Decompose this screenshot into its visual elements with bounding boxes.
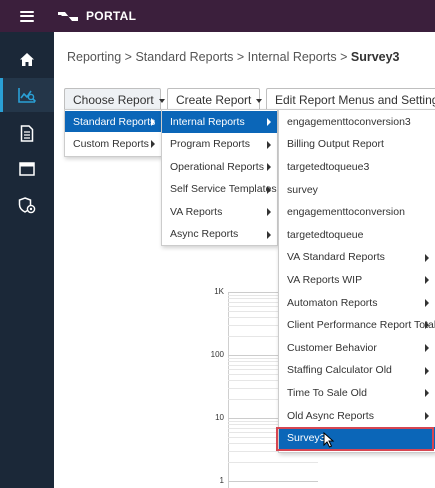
sidebar-item-documents[interactable] <box>0 116 54 150</box>
menu-item-va-reports[interactable]: VA Reports <box>162 201 277 223</box>
chevron-right-icon <box>267 140 271 149</box>
menu-item-label: Staffing Calculator Old <box>287 364 392 377</box>
internal-reports-submenu: engagementtoconversion3 Billing Output Re… <box>278 109 435 453</box>
menu-item-label: Automaton Reports <box>287 296 378 309</box>
menu-item-label: Internal Reports <box>170 115 245 128</box>
menu-item-va-standard-reports[interactable]: VA Standard Reports <box>279 247 435 269</box>
sidebar-item-home[interactable] <box>0 42 54 76</box>
breadcrumb-path[interactable]: Reporting > Standard Reports > Internal … <box>67 50 347 64</box>
menu-item-automaton-reports[interactable]: Automaton Reports <box>279 292 435 314</box>
choose-report-menu: Standard Reports Custom Reports <box>64 109 162 157</box>
y-tick-label: 1K <box>214 287 224 296</box>
window-icon <box>19 162 35 176</box>
sidebar-item-settings[interactable] <box>0 188 54 222</box>
menu-item-customer-behavior[interactable]: Customer Behavior <box>279 337 435 359</box>
menu-item-standard-reports[interactable]: Standard Reports <box>65 111 161 132</box>
chevron-right-icon <box>267 163 271 171</box>
menu-item-label: Self Service Templates <box>170 183 277 196</box>
chevron-right-icon <box>425 276 429 285</box>
create-report-label: Create Report <box>176 93 252 107</box>
portal-logo-icon <box>58 12 78 21</box>
menu-item-label: Old Async Reports <box>287 409 374 422</box>
sidebar <box>0 32 54 488</box>
menu-item-targetedtoqueue3[interactable]: targetedtoqueue3 <box>279 156 435 178</box>
menu-item-survey3[interactable]: Survey3 <box>279 427 435 449</box>
menu-item-engagementtoconversion3[interactable]: engagementtoconversion3 <box>279 111 435 133</box>
chevron-right-icon <box>267 185 271 194</box>
menu-item-label: Custom Reports <box>73 137 149 150</box>
chevron-right-icon <box>425 298 429 307</box>
chevron-right-icon <box>425 366 429 375</box>
minor-gridline <box>228 462 318 464</box>
menu-item-label: Async Reports <box>170 228 239 241</box>
menu-item-label: Standard Reports <box>73 115 156 128</box>
menu-item-survey[interactable]: survey <box>279 179 435 201</box>
menu-item-label: survey <box>287 183 318 196</box>
menu-item-label: targetedtoqueue3 <box>287 160 370 173</box>
top-bar: PORTAL <box>0 0 435 32</box>
menu-item-engagementtoconversion[interactable]: engagementtoconversion <box>279 201 435 223</box>
analytics-icon <box>18 88 37 103</box>
menu-item-label: VA Reports <box>170 205 223 218</box>
y-tick-label: 1 <box>219 476 224 485</box>
menu-item-label: Survey3 <box>287 432 326 445</box>
settings-shield-icon <box>18 196 36 213</box>
caret-down-icon <box>256 98 263 103</box>
standard-reports-submenu: Internal Reports Program Reports Operation… <box>161 109 278 246</box>
menu-item-label: Client Performance Report Totals <box>287 319 435 332</box>
menu-item-label: engagementtoconversion <box>287 206 405 219</box>
menu-item-label: engagementtoconversion3 <box>287 115 411 128</box>
menu-item-targetedtoqueue[interactable]: targetedtoqueue <box>279 224 435 246</box>
chevron-right-icon <box>267 230 271 239</box>
menu-item-internal-reports[interactable]: Internal Reports <box>162 111 277 133</box>
menu-item-label: Program Reports <box>170 138 250 151</box>
document-icon <box>20 124 34 142</box>
menu-item-custom-reports[interactable]: Custom Reports <box>65 133 161 154</box>
y-axis-line <box>228 292 229 488</box>
menu-item-label: Customer Behavior <box>287 341 377 354</box>
menu-item-self-service-templates[interactable]: Self Service Templates <box>162 179 277 201</box>
chevron-right-icon <box>425 389 429 398</box>
home-icon <box>20 52 34 66</box>
hamburger-menu-icon[interactable] <box>0 0 54 32</box>
chevron-right-icon <box>425 321 429 330</box>
sidebar-item-windows[interactable] <box>0 152 54 186</box>
y-tick-label: 100 <box>210 350 224 359</box>
menu-item-label: targetedtoqueue <box>287 228 364 241</box>
menu-item-label: Operational Reports <box>170 160 264 173</box>
menu-item-va-reports-wip[interactable]: VA Reports WIP <box>279 269 435 291</box>
chevron-right-icon <box>425 253 429 262</box>
menu-item-old-async-reports[interactable]: Old Async Reports <box>279 405 435 427</box>
menu-item-label: VA Reports WIP <box>287 273 363 286</box>
menu-item-program-reports[interactable]: Program Reports <box>162 134 277 156</box>
breadcrumb: Reporting > Standard Reports > Internal … <box>67 50 400 64</box>
menu-item-time-to-sale-old[interactable]: Time To Sale Old <box>279 382 435 404</box>
chevron-right-icon <box>151 118 155 126</box>
chevron-right-icon <box>425 344 429 352</box>
menu-item-label: VA Standard Reports <box>287 251 385 264</box>
edit-report-menus-label: Edit Report Menus and Settings <box>275 93 435 107</box>
app-title: PORTAL <box>86 9 137 23</box>
menu-item-label: Time To Sale Old <box>287 386 367 399</box>
choose-report-label: Choose Report <box>73 93 154 107</box>
major-gridline <box>228 481 318 482</box>
y-tick-label: 10 <box>215 413 224 422</box>
menu-item-client-performance-report-totals[interactable]: Client Performance Report Totals <box>279 314 435 336</box>
breadcrumb-current: Survey3 <box>350 50 400 64</box>
menu-item-label: Billing Output Report <box>287 138 384 151</box>
chevron-right-icon <box>425 411 429 420</box>
chevron-right-icon <box>267 208 271 216</box>
sidebar-item-reporting[interactable] <box>0 78 54 112</box>
chevron-right-icon <box>267 118 271 126</box>
menu-item-staffing-calculator-old[interactable]: Staffing Calculator Old <box>279 360 435 382</box>
chevron-right-icon <box>151 140 155 148</box>
menu-item-operational-reports[interactable]: Operational Reports <box>162 156 277 178</box>
menu-item-billing-output-report[interactable]: Billing Output Report <box>279 134 435 156</box>
menu-item-async-reports[interactable]: Async Reports <box>162 224 277 246</box>
caret-down-icon <box>158 98 165 103</box>
